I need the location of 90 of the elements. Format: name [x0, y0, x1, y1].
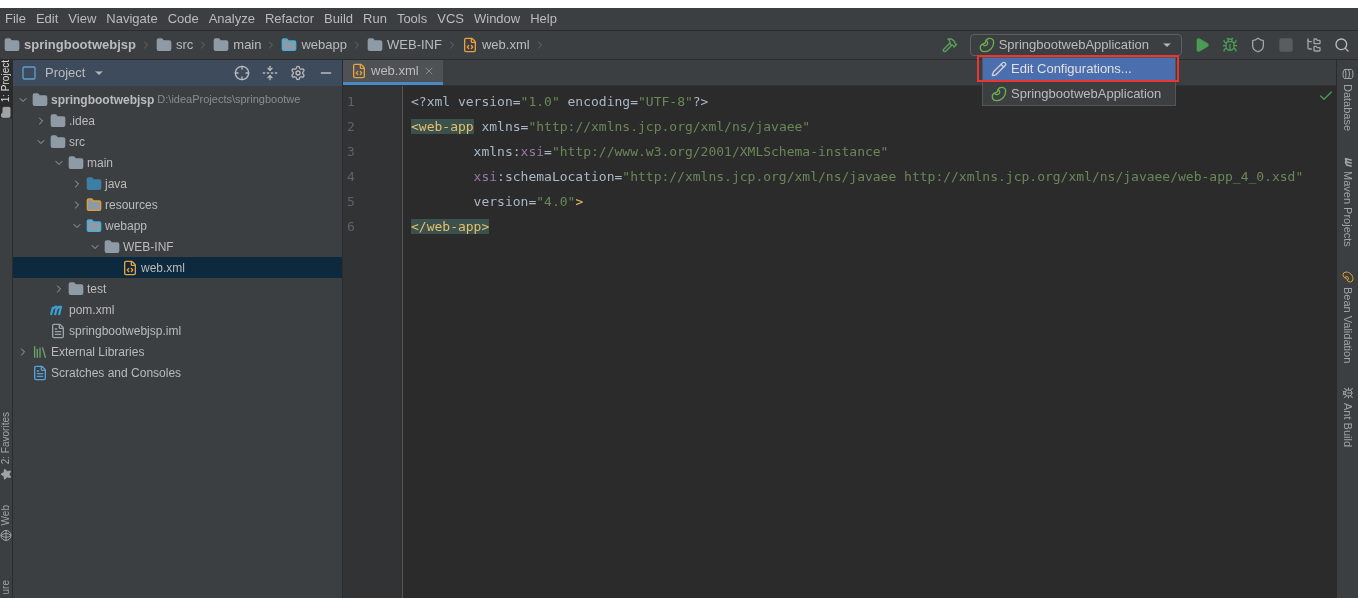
tree-item[interactable]: Scratches and Consoles — [13, 362, 342, 383]
tree-item[interactable]: springbootwebjsp D:\ideaProjects\springbootwe — [13, 89, 342, 110]
menu-item[interactable]: SpringbootwebApplication — [983, 83, 1175, 105]
menu-item[interactable]: VCS — [432, 9, 469, 29]
tree-label: test — [87, 280, 107, 298]
tool-window-tab[interactable]: Database — [1339, 68, 1356, 132]
tree-item[interactable]: pom.xml — [13, 299, 342, 320]
coverage-icon[interactable] — [1250, 37, 1266, 53]
locate-icon[interactable] — [234, 65, 250, 81]
tree-label: main — [87, 154, 113, 172]
code-line: xsi:schemaLocation="http://xmlns.jcp.org/xml/ns/javaee http://xmlns.jcp.org/xml/ns/javaee/web-app_4_0.xsd" — [472, 168, 1304, 186]
run-configuration-dropdown[interactable]: SpringbootwebApplication — [969, 34, 1182, 56]
menu-item[interactable]: Run — [358, 9, 392, 29]
ant-icon — [1341, 387, 1354, 400]
menu-item[interactable]: Build — [319, 9, 358, 29]
code-line: xmlns:xsi="http://www.w3.org/2001/XMLSchema-instance" — [472, 143, 889, 161]
panel-icon — [21, 65, 37, 81]
menu-item[interactable]: Window — [468, 9, 526, 29]
tool-window-tab[interactable]: Bean Validation — [1339, 270, 1356, 364]
stop-icon[interactable] — [1278, 37, 1294, 53]
tree-item[interactable]: WEB-INF — [13, 236, 342, 257]
tree-item[interactable]: .idea — [13, 110, 342, 131]
tree-label: springbootwebjsp.iml — [69, 322, 182, 340]
star-icon — [0, 468, 12, 481]
menu-item[interactable]: Refactor — [259, 9, 320, 29]
menu-item[interactable]: Code — [162, 9, 204, 29]
menu-item[interactable]: Tools — [391, 9, 433, 29]
debug-icon[interactable] — [1222, 37, 1238, 53]
code-line: <web-app xmlns="http://xmlns.jcp.org/xml/ns/javaee" — [411, 118, 811, 136]
project-structure-icon[interactable] — [1306, 37, 1322, 53]
xml-file-icon — [122, 259, 138, 276]
tree-item[interactable]: java — [13, 173, 342, 194]
menu-item[interactable]: Analyze — [203, 9, 260, 29]
tree-label: pom.xml — [69, 301, 115, 319]
tool-window-tab[interactable]: ure — [0, 579, 12, 598]
breadcrumb[interactable]: springbootwebjsp — [4, 35, 152, 55]
tree-item[interactable]: main — [13, 152, 342, 173]
tree-label: java — [105, 175, 127, 193]
code-line: version="4.0"> — [472, 193, 584, 211]
tree-label: External Libraries — [51, 343, 145, 361]
tree-item[interactable]: src — [13, 131, 342, 152]
settings-icon[interactable] — [290, 65, 306, 81]
run-icon[interactable] — [1194, 37, 1210, 53]
tool-window-tab[interactable]: 1: Project — [0, 60, 12, 119]
tree-item[interactable]: webapp — [13, 215, 342, 236]
menu-item[interactable]: Help — [525, 9, 562, 29]
search-icon[interactable] — [1334, 37, 1350, 53]
menu-item[interactable]: View — [63, 9, 102, 29]
tool-window-tab[interactable]: Ant Build — [1339, 387, 1356, 448]
tree-path: D:\ideaProjects\springbootwe — [157, 92, 301, 108]
tree-item[interactable]: External Libraries — [13, 341, 342, 362]
menu-item[interactable]: Navigate — [101, 9, 163, 29]
xml-file-icon — [351, 63, 367, 79]
breadcrumb[interactable]: web.xml — [461, 35, 546, 55]
tree-label: webapp — [105, 217, 148, 235]
tree-label: resources — [105, 196, 158, 214]
library-icon — [32, 343, 48, 360]
menu-item[interactable]: File — [0, 9, 31, 29]
code-line: <?xml version="1.0" encoding="UTF-8"?> — [411, 93, 709, 111]
tree-label: .idea — [69, 112, 96, 130]
tree-label: web.xml — [141, 259, 185, 277]
tool-window-tab[interactable]: 2: Favorites — [0, 412, 12, 481]
globe-icon — [0, 528, 12, 541]
file-icon — [50, 322, 66, 339]
tool-window-tab[interactable]: Maven Projects — [1339, 155, 1356, 247]
editor-tab[interactable]: web.xml — [343, 60, 443, 85]
breadcrumb[interactable]: WEB-INF — [367, 35, 458, 55]
bean-icon — [1341, 270, 1354, 283]
tool-window-tab[interactable]: Web — [0, 504, 12, 541]
tree-label: Scratches and Consoles — [51, 364, 182, 382]
xml-file-icon — [461, 37, 478, 53]
scratch-file-icon — [32, 364, 48, 381]
build-icon[interactable] — [941, 37, 958, 53]
tree-item[interactable]: resources — [13, 194, 342, 215]
tree-item[interactable]: springbootwebjsp.iml — [13, 320, 342, 341]
pencil-icon — [991, 61, 1007, 77]
menu-item[interactable]: Edit Configurations... — [983, 58, 1175, 80]
panel-title[interactable]: Project — [45, 63, 86, 83]
breadcrumb[interactable]: src — [155, 35, 210, 55]
tree-item[interactable]: web.xml — [13, 257, 342, 278]
breadcrumb[interactable]: webapp — [281, 35, 364, 55]
menu-item[interactable]: Edit — [30, 9, 64, 29]
tree-label: WEB-INF — [123, 238, 174, 256]
tree-item[interactable]: test — [13, 278, 342, 299]
collapse-all-icon[interactable] — [262, 65, 278, 81]
tree-label: src — [69, 133, 85, 151]
breadcrumb[interactable]: main — [213, 35, 278, 55]
module-folder-icon — [4, 37, 20, 53]
tree-label: springbootwebjsp — [51, 91, 155, 109]
module-folder-icon — [32, 91, 48, 108]
